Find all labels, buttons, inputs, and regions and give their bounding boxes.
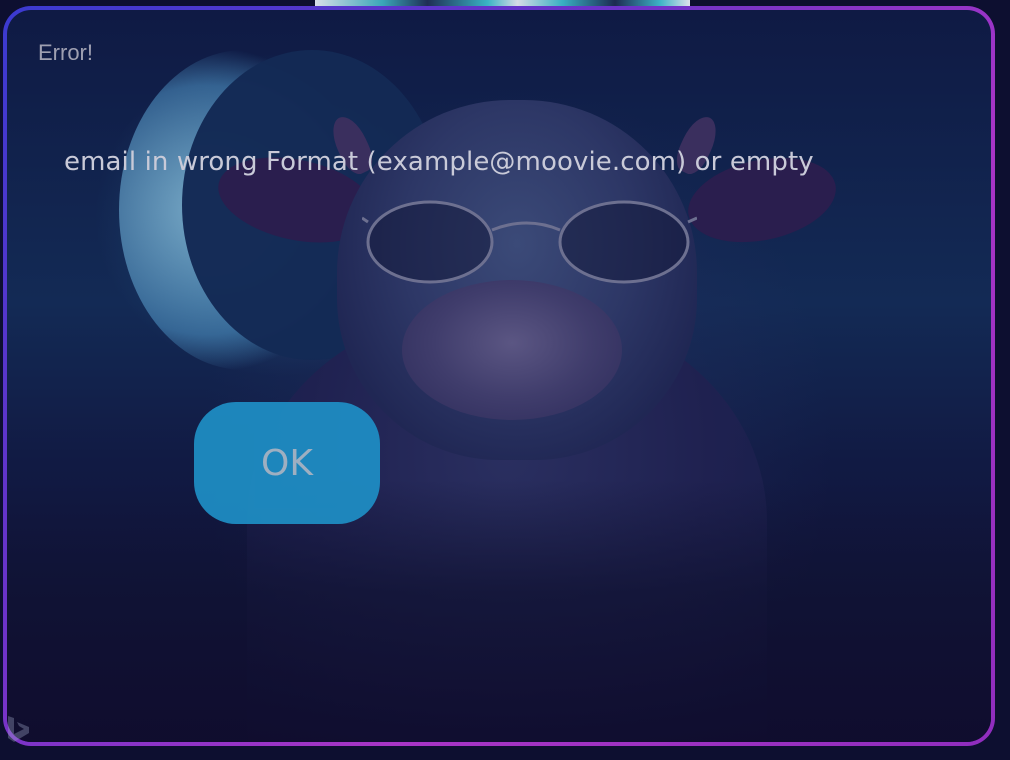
- screen: Error! email in wrong Format (example@mo…: [0, 0, 1010, 760]
- cow-muzzle: [402, 280, 622, 420]
- ok-button[interactable]: OK: [194, 402, 380, 524]
- bing-logo-icon: [8, 716, 29, 742]
- dialog-title: Error!: [38, 40, 93, 65]
- sunglasses-illustration: [362, 200, 697, 284]
- error-dialog: Error! email in wrong Format (example@mo…: [3, 6, 995, 746]
- grass-illustration: [7, 480, 991, 742]
- error-message: email in wrong Format (example@moovie.co…: [64, 147, 814, 177]
